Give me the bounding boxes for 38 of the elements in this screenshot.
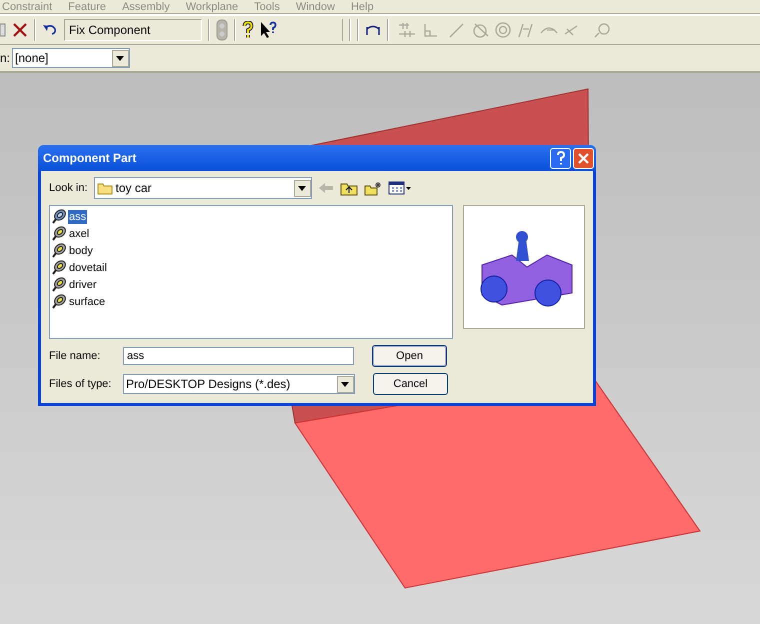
look-in-label: Look in: xyxy=(49,182,88,194)
field-label: n: xyxy=(0,51,10,65)
look-in-dropdown[interactable]: toy car xyxy=(94,177,312,199)
help-button[interactable] xyxy=(550,148,571,168)
file-type-dropdown[interactable]: Pro/DESKTOP Designs (*.des) xyxy=(123,374,355,394)
part-file-icon xyxy=(51,242,67,258)
context-help-icon[interactable] xyxy=(260,21,278,39)
cancel-button[interactable]: Cancel xyxy=(373,373,448,395)
new-folder-icon[interactable] xyxy=(364,180,382,196)
part-file-icon xyxy=(51,276,67,292)
part-file-icon xyxy=(51,208,67,224)
file-item[interactable]: ass xyxy=(51,208,451,225)
part-file-icon xyxy=(51,226,67,242)
part-file-icon xyxy=(51,260,67,276)
undo-icon[interactable] xyxy=(42,23,58,37)
file-item[interactable]: axel xyxy=(51,225,451,242)
help-icon xyxy=(556,151,566,165)
dimension-icon[interactable] xyxy=(365,23,381,37)
page-icon[interactable] xyxy=(0,22,6,38)
folder-icon xyxy=(96,182,113,194)
open-button[interactable]: Open xyxy=(372,345,447,367)
file-type-label: Files of type: xyxy=(49,378,112,390)
file-item[interactable]: dovetail xyxy=(51,259,451,276)
dialog-title: Component Part xyxy=(43,151,138,165)
file-item[interactable]: driver xyxy=(51,276,451,293)
close-icon xyxy=(578,152,589,164)
view-menu-icon[interactable] xyxy=(388,181,412,195)
help-icon[interactable] xyxy=(242,21,254,39)
part-file-icon xyxy=(51,294,67,310)
file-item[interactable]: surface xyxy=(51,293,451,310)
close-icon[interactable] xyxy=(12,22,28,38)
up-folder-icon[interactable] xyxy=(340,180,358,196)
command-field: Fix Component xyxy=(64,19,202,41)
dropdown[interactable]: [none] xyxy=(12,48,130,68)
file-item[interactable]: body xyxy=(51,242,451,259)
file-name-field[interactable]: ass xyxy=(123,347,354,365)
close-button[interactable] xyxy=(573,148,594,168)
file-name-label: File name: xyxy=(49,350,102,362)
